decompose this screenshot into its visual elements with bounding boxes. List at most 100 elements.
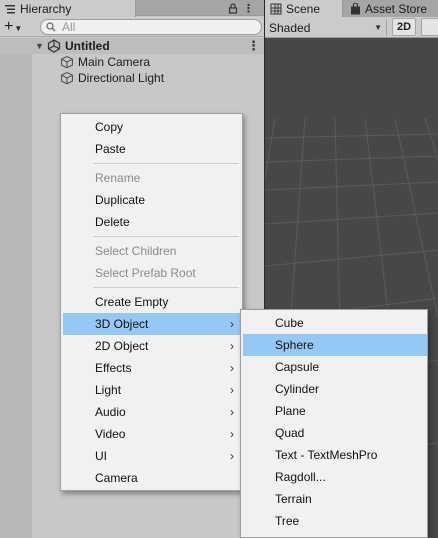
scene-row[interactable]: ▼ Untitled ⋮ [0, 38, 264, 54]
menu-item-label: Light [95, 383, 122, 397]
menu-item-create-empty[interactable]: Create Empty [63, 291, 240, 313]
tab-scene[interactable]: Scene [265, 0, 343, 17]
context-menu: Copy Paste Rename Duplicate Delete Selec… [60, 113, 243, 491]
hierarchy-tab-bar: Hierarchy ⋮ [0, 0, 264, 17]
chevron-right-icon: › [230, 427, 234, 441]
submenu-item-quad[interactable]: Quad [243, 422, 427, 444]
foldout-expanded-icon[interactable]: ▼ [35, 41, 44, 51]
add-object-button[interactable]: + ▼ [4, 17, 22, 37]
chevron-right-icon: › [230, 383, 234, 397]
menu-item-ui[interactable]: UI › [63, 445, 240, 467]
submenu-item-tree[interactable]: Tree [243, 510, 427, 532]
submenu-item-ragdoll[interactable]: Ragdoll... [243, 466, 427, 488]
gameobject-name: Directional Light [78, 71, 165, 85]
menu-item-label: Duplicate [95, 193, 146, 207]
submenu-item-cylinder[interactable]: Cylinder [243, 378, 427, 400]
menu-item-audio[interactable]: Audio › [63, 401, 240, 423]
menu-item-rename: Rename [63, 167, 240, 189]
cube-icon [60, 55, 74, 69]
chevron-right-icon: › [230, 361, 234, 375]
hierarchy-search[interactable] [40, 19, 262, 35]
menu-item-3d-object[interactable]: 3D Object › [63, 313, 240, 335]
kebab-menu-icon[interactable]: ⋮ [243, 2, 254, 15]
menu-item-effects[interactable]: Effects › [63, 357, 240, 379]
menu-item-label: Plane [275, 404, 306, 418]
menu-item-label: Cube [275, 316, 304, 330]
chevron-right-icon: › [230, 339, 234, 353]
menu-item-camera[interactable]: Camera [63, 467, 240, 489]
chevron-right-icon: › [230, 449, 234, 463]
scene-name: Untitled [65, 39, 110, 53]
menu-item-label: Tree [275, 514, 300, 528]
shading-mode-value: Shaded [269, 20, 311, 35]
menu-item-label: Create Empty [95, 295, 169, 309]
menu-item-label: Camera [95, 471, 138, 485]
scene-grid-icon [270, 3, 282, 14]
shopping-bag-icon [351, 2, 360, 14]
hierarchy-tab-tools: ⋮ [228, 0, 254, 16]
menu-separator [93, 287, 239, 288]
menu-item-label: Select Prefab Root [95, 266, 196, 280]
gameobject-name: Main Camera [78, 55, 151, 69]
caret-down-icon: ▼ [374, 23, 382, 32]
submenu-item-cube[interactable]: Cube [243, 312, 427, 334]
menu-item-label: Video [95, 427, 126, 441]
hierarchy-item-directional-light[interactable]: Directional Light [0, 70, 264, 86]
menu-item-label: Paste [95, 142, 126, 156]
menu-item-label: Text - TextMeshPro [275, 448, 378, 462]
chevron-right-icon: › [230, 405, 234, 419]
scene-toolbar: Shaded ▼ 2D [265, 17, 438, 38]
menu-item-label: Effects [95, 361, 132, 375]
menu-item-select-children: Select Children [63, 240, 240, 262]
menu-item-paste[interactable]: Paste [63, 138, 240, 160]
menu-item-video[interactable]: Video › [63, 423, 240, 445]
menu-item-copy[interactable]: Copy [63, 116, 240, 138]
caret-down-icon: ▼ [14, 23, 23, 33]
menu-item-2d-object[interactable]: 2D Object › [63, 335, 240, 357]
menu-item-delete[interactable]: Delete [63, 211, 240, 233]
chevron-right-icon: › [230, 317, 234, 331]
scene-kebab-icon[interactable]: ⋮ [247, 38, 260, 54]
lock-icon[interactable] [228, 2, 238, 14]
menu-item-label: 2D Object [95, 339, 149, 353]
hierarchy-tab-label: Hierarchy [20, 1, 72, 16]
menu-item-select-prefab-root: Select Prefab Root [63, 262, 240, 284]
menu-item-light[interactable]: Light › [63, 379, 240, 401]
submenu-item-sphere[interactable]: Sphere [243, 334, 427, 356]
menu-item-label: Ragdoll... [275, 470, 326, 484]
lighting-toggle-button[interactable] [421, 18, 438, 36]
scene-tab-bar: Scene Asset Store [265, 0, 438, 17]
search-icon [46, 22, 56, 32]
menu-item-label: Rename [95, 171, 141, 185]
menu-separator [93, 163, 239, 164]
shading-mode-dropdown[interactable]: Shaded ▼ [269, 19, 387, 36]
menu-item-label: Cylinder [275, 382, 320, 396]
menu-item-label: Terrain [275, 492, 312, 506]
menu-separator [93, 236, 239, 237]
hierarchy-tab[interactable]: Hierarchy [0, 0, 136, 17]
unity-logo-icon [47, 39, 61, 53]
submenu-3d-object: Cube Sphere Capsule Cylinder Plane Quad … [240, 309, 428, 538]
hierarchy-list-icon [5, 4, 15, 13]
search-input[interactable] [62, 20, 242, 34]
cube-icon [60, 71, 74, 85]
tab-scene-label: Scene [286, 1, 321, 16]
submenu-item-terrain[interactable]: Terrain [243, 488, 427, 510]
menu-item-label: Quad [275, 426, 305, 440]
menu-item-label: Audio [95, 405, 126, 419]
menu-item-label: UI [95, 449, 107, 463]
menu-item-label: Capsule [275, 360, 320, 374]
submenu-item-capsule[interactable]: Capsule [243, 356, 427, 378]
toggle-2d-button[interactable]: 2D [392, 18, 416, 36]
tab-asset-store[interactable]: Asset Store [345, 0, 438, 17]
tab-asset-store-label: Asset Store [365, 1, 428, 16]
menu-item-label: 3D Object [95, 317, 149, 331]
menu-item-label: Select Children [95, 244, 177, 258]
menu-item-label: Delete [95, 215, 130, 229]
submenu-item-plane[interactable]: Plane [243, 400, 427, 422]
hierarchy-item-main-camera[interactable]: Main Camera [0, 54, 264, 70]
submenu-item-text-textmeshpro[interactable]: Text - TextMeshPro [243, 444, 427, 466]
menu-item-duplicate[interactable]: Duplicate [63, 189, 240, 211]
menu-item-label: Sphere [275, 338, 314, 352]
plus-icon: + [4, 18, 14, 35]
